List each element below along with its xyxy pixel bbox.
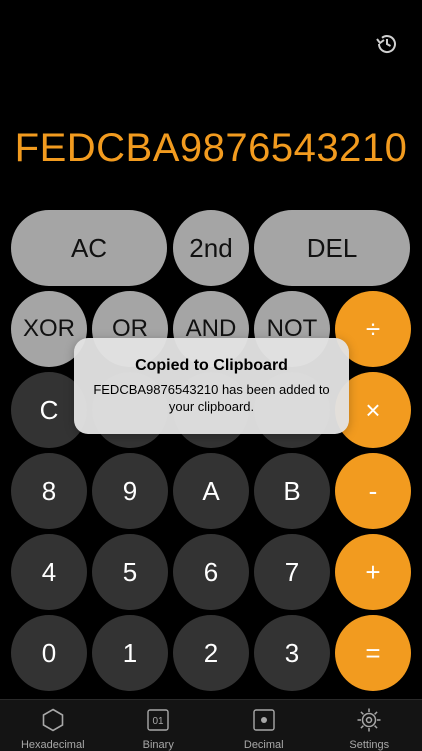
history-icon bbox=[374, 31, 400, 57]
tab-hexadecimal[interactable]: Hexadecimal bbox=[0, 700, 106, 751]
clipboard-alert: Copied to Clipboard FEDCBA9876543210 has… bbox=[74, 338, 349, 434]
key-9[interactable]: 9 bbox=[92, 453, 168, 529]
decimal-icon bbox=[252, 708, 276, 732]
key-8[interactable]: 8 bbox=[11, 453, 87, 529]
tab-settings[interactable]: Settings bbox=[317, 700, 422, 751]
key-4[interactable]: 4 bbox=[11, 534, 87, 610]
tab-label: Binary bbox=[143, 739, 174, 751]
binary-icon: 01 bbox=[146, 708, 170, 732]
key-1[interactable]: 1 bbox=[92, 615, 168, 691]
key-7[interactable]: 7 bbox=[254, 534, 330, 610]
hexagon-icon bbox=[41, 708, 65, 732]
ac-button[interactable]: AC bbox=[11, 210, 167, 286]
key-2[interactable]: 2 bbox=[173, 615, 249, 691]
key-a[interactable]: A bbox=[173, 453, 249, 529]
alert-message: FEDCBA9876543210 has been added to your … bbox=[88, 381, 335, 415]
result-display[interactable]: FEDCBA9876543210 bbox=[0, 122, 422, 174]
minus-button[interactable]: - bbox=[335, 453, 411, 529]
second-button[interactable]: 2nd bbox=[173, 210, 249, 286]
key-5[interactable]: 5 bbox=[92, 534, 168, 610]
history-button[interactable] bbox=[372, 30, 402, 58]
tab-label: Hexadecimal bbox=[21, 739, 85, 751]
tab-decimal[interactable]: Decimal bbox=[211, 700, 317, 751]
tab-label: Settings bbox=[349, 739, 389, 751]
key-0[interactable]: 0 bbox=[11, 615, 87, 691]
key-b[interactable]: B bbox=[254, 453, 330, 529]
tab-bar: Hexadecimal 01 Binary Decimal bbox=[0, 699, 422, 751]
tab-binary[interactable]: 01 Binary bbox=[106, 700, 212, 751]
binary-icon-glyph: 01 bbox=[153, 716, 165, 727]
delete-button[interactable]: DEL bbox=[254, 210, 410, 286]
gear-icon bbox=[356, 707, 382, 733]
equals-button[interactable]: = bbox=[335, 615, 411, 691]
tab-label: Decimal bbox=[244, 739, 284, 751]
key-6[interactable]: 6 bbox=[173, 534, 249, 610]
key-3[interactable]: 3 bbox=[254, 615, 330, 691]
alert-title: Copied to Clipboard bbox=[74, 357, 349, 375]
plus-button[interactable]: + bbox=[335, 534, 411, 610]
